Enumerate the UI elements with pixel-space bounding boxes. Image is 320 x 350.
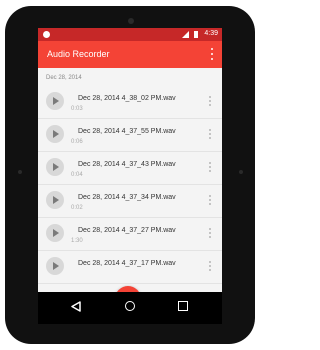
status-clock: 4:39 xyxy=(204,30,218,37)
home-icon[interactable] xyxy=(125,301,135,311)
recording-duration: 0:02 xyxy=(71,205,83,211)
signal-icon xyxy=(182,31,189,38)
recording-name: Dec 28, 2014 4_37_43 PM.wav xyxy=(78,161,176,168)
recording-name: Dec 28, 2014 4_37_55 PM.wav xyxy=(78,128,176,135)
app-title: Audio Recorder xyxy=(47,49,110,59)
recording-duration: 0:04 xyxy=(71,172,83,178)
recording-duration: 0:03 xyxy=(71,106,83,112)
recording-item[interactable]: Dec 28, 2014 4_37_27 PM.wav 1:30 xyxy=(38,218,222,251)
more-vert-icon[interactable] xyxy=(210,48,213,60)
system-nav-bar xyxy=(38,292,222,324)
item-more-icon[interactable] xyxy=(209,228,211,238)
item-more-icon[interactable] xyxy=(209,195,211,205)
battery-icon xyxy=(194,31,198,38)
play-icon[interactable] xyxy=(46,158,64,176)
play-icon[interactable] xyxy=(46,257,64,275)
play-icon[interactable] xyxy=(46,224,64,242)
front-camera xyxy=(128,18,134,24)
recording-item[interactable]: Dec 28, 2014 4_37_34 PM.wav 0:02 xyxy=(38,185,222,218)
recording-item[interactable]: Dec 28, 2014 4_37_17 PM.wav xyxy=(38,251,222,284)
back-icon[interactable] xyxy=(71,301,81,312)
item-more-icon[interactable] xyxy=(209,96,211,106)
sensor-dot-left xyxy=(18,170,22,174)
recording-item[interactable]: Dec 28, 2014 4_37_43 PM.wav 0:04 xyxy=(38,152,222,185)
item-more-icon[interactable] xyxy=(209,162,211,172)
play-icon[interactable] xyxy=(46,191,64,209)
recents-icon[interactable] xyxy=(178,301,188,311)
recording-duration: 1:30 xyxy=(71,238,83,244)
notification-icon xyxy=(43,31,50,38)
recordings-list: Dec 28, 2014 4_38_02 PM.wav 0:03 Dec 28,… xyxy=(38,86,222,286)
recording-name: Dec 28, 2014 4_37_17 PM.wav xyxy=(78,260,176,267)
item-more-icon[interactable] xyxy=(209,261,211,271)
item-more-icon[interactable] xyxy=(209,129,211,139)
app-toolbar: Audio Recorder xyxy=(38,41,222,68)
recording-name: Dec 28, 2014 4_38_02 PM.wav xyxy=(78,95,176,102)
recording-item[interactable]: Dec 28, 2014 4_38_02 PM.wav 0:03 xyxy=(38,86,222,119)
section-header-date: Dec 28, 2014 xyxy=(46,75,82,81)
status-bar: 4:39 xyxy=(38,28,222,41)
sensor-dot-right xyxy=(239,170,243,174)
play-icon[interactable] xyxy=(46,125,64,143)
recording-name: Dec 28, 2014 4_37_34 PM.wav xyxy=(78,194,176,201)
recording-name: Dec 28, 2014 4_37_27 PM.wav xyxy=(78,227,176,234)
recording-duration: 0:06 xyxy=(71,139,83,145)
recording-item[interactable]: Dec 28, 2014 4_37_55 PM.wav 0:06 xyxy=(38,119,222,152)
play-icon[interactable] xyxy=(46,92,64,110)
app-screen: 4:39 Audio Recorder Dec 28, 2014 Dec 28,… xyxy=(38,28,222,324)
